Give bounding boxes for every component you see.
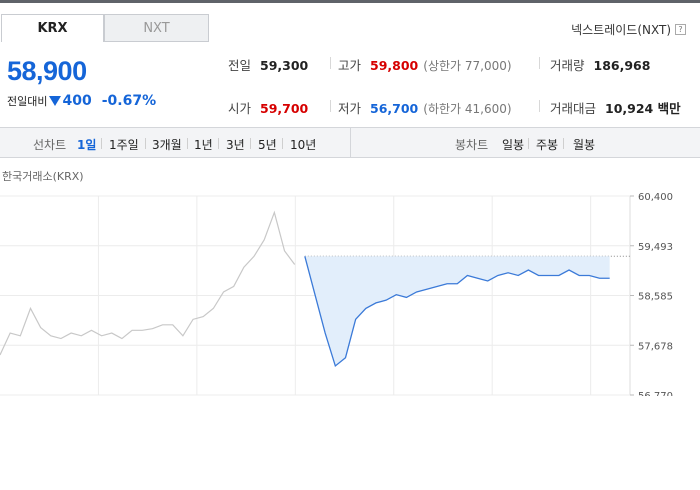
price-change: 전일대비 400 -0.67% <box>7 93 156 109</box>
change-label: 전일대비 <box>7 95 48 108</box>
stat-label: 거래대금 <box>550 101 597 116</box>
stat-low: 저가 56,700 (하한가 41,600) <box>338 98 512 117</box>
top-border <box>0 0 700 3</box>
nxt-link[interactable]: 넥스트레이드(NXT) ? <box>571 21 686 38</box>
tab-nxt[interactable]: NXT <box>104 14 209 42</box>
period-5year[interactable]: 5년 <box>258 136 277 153</box>
stat-value: 56,700 <box>370 101 419 116</box>
divider <box>539 57 540 69</box>
chart-series <box>0 210 630 368</box>
y-axis: 60,400 59,493 58,585 57,678 56,770 <box>630 192 673 396</box>
upper-limit: (상한가 77,000) <box>423 59 512 73</box>
divider <box>330 100 331 112</box>
price-chart[interactable]: 60,400 59,493 58,585 57,678 56,770 <box>0 184 700 396</box>
divider <box>330 57 331 69</box>
tab-krx[interactable]: KRX <box>1 14 104 42</box>
stat-label: 저가 <box>338 101 362 116</box>
y-tick-label: 60,400 <box>638 192 673 203</box>
divider <box>187 138 188 149</box>
line-chart-label: 선차트 <box>33 138 67 152</box>
candle-chart-label: 봉차트 <box>455 138 489 152</box>
stat-value: 59,700 <box>260 101 309 116</box>
y-tick-label: 59,493 <box>638 242 673 253</box>
stat-open: 시가 59,700 <box>228 98 308 117</box>
divider <box>282 138 283 149</box>
period-3year[interactable]: 3년 <box>226 136 245 153</box>
previous-day-line <box>0 210 296 356</box>
change-amount: 400 <box>62 93 92 109</box>
period-10year[interactable]: 10년 <box>290 136 316 153</box>
current-price: 58,900 <box>7 56 87 86</box>
chart-toolbar: 선차트 1일 1주일 3개월 1년 3년 5년 10년 봉차트 일봉 주봉 월봉 <box>0 127 700 158</box>
y-tick-label: 57,678 <box>638 341 673 352</box>
stat-high: 고가 59,800 (상한가 77,000) <box>338 55 512 74</box>
divider <box>145 138 146 149</box>
stat-value: 10,924 백만 <box>605 101 681 116</box>
stat-value: 59,800 <box>370 58 419 73</box>
stat-prev-close: 전일 59,300 <box>228 55 308 74</box>
stat-label: 전일 <box>228 58 252 73</box>
lower-limit: (하한가 41,600) <box>423 102 512 116</box>
chart-title: 한국거래소(KRX) <box>2 170 84 183</box>
question-icon[interactable]: ? <box>675 24 686 35</box>
candle-monthly[interactable]: 월봉 <box>573 136 595 153</box>
divider <box>539 100 540 112</box>
divider <box>563 138 564 149</box>
divider <box>218 138 219 149</box>
candle-weekly[interactable]: 주봉 <box>536 136 558 153</box>
stat-value: 186,968 <box>593 58 651 73</box>
period-1year[interactable]: 1년 <box>194 136 213 153</box>
y-tick-label: 58,585 <box>638 292 673 303</box>
y-tick-label: 56,770 <box>638 391 673 396</box>
divider <box>528 138 529 149</box>
period-3month[interactable]: 3개월 <box>152 136 182 153</box>
period-1week[interactable]: 1주일 <box>109 136 139 153</box>
stat-value: 59,300 <box>260 58 309 73</box>
period-1day[interactable]: 1일 <box>77 136 96 153</box>
change-percent: -0.67% <box>101 93 157 109</box>
stat-label: 고가 <box>338 58 362 73</box>
candle-daily[interactable]: 일봉 <box>502 136 524 153</box>
down-triangle-icon <box>49 96 62 106</box>
stat-label: 거래량 <box>550 58 585 73</box>
divider <box>101 138 102 149</box>
stat-turnover: 거래대금 10,924 백만 <box>550 98 681 117</box>
stat-label: 시가 <box>228 101 252 116</box>
stat-volume: 거래량 186,968 <box>550 55 650 74</box>
divider <box>250 138 251 149</box>
toolbar-divider <box>350 128 351 158</box>
nxt-link-label[interactable]: 넥스트레이드(NXT) <box>571 21 671 38</box>
